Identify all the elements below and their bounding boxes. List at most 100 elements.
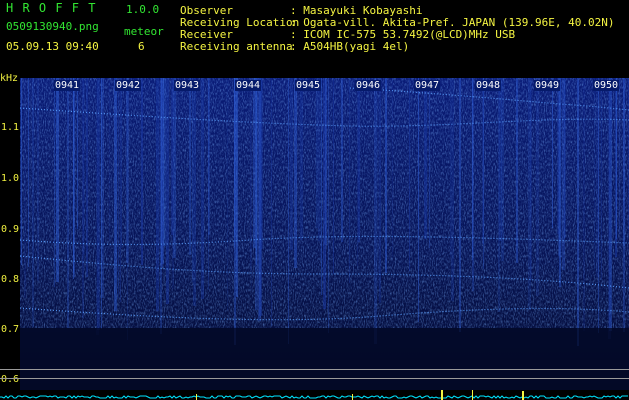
signal-streak bbox=[552, 78, 553, 228]
signal-streak bbox=[379, 78, 381, 303]
signal-streak bbox=[316, 78, 318, 228]
signal-streak bbox=[250, 78, 251, 271]
signal-streak bbox=[328, 78, 329, 333]
signal-streak bbox=[109, 78, 110, 241]
signal-streak bbox=[499, 78, 502, 241]
signal-streak bbox=[70, 78, 71, 250]
reference-line-upper bbox=[0, 369, 629, 370]
signal-streak bbox=[189, 78, 191, 255]
antenna-label: Receiving antenna bbox=[180, 40, 293, 53]
signal-streak bbox=[86, 78, 88, 277]
signal-streak bbox=[560, 78, 562, 257]
meteor-count: 6 bbox=[138, 40, 145, 53]
meteor-label: meteor bbox=[124, 25, 164, 38]
noise-level-trace bbox=[0, 390, 629, 400]
signal-streak bbox=[227, 78, 228, 310]
signal-streak bbox=[300, 78, 303, 240]
signal-streak bbox=[320, 78, 321, 261]
signal-streak bbox=[101, 78, 102, 329]
signal-streak bbox=[483, 78, 484, 269]
signal-streak bbox=[120, 78, 121, 302]
signal-streak bbox=[21, 78, 22, 265]
signal-streak bbox=[201, 78, 204, 299]
signal-streak bbox=[114, 78, 117, 311]
filename-label: 0509130940.png bbox=[6, 20, 99, 33]
time-tick-0947: 0947 bbox=[414, 80, 441, 91]
signal-streak bbox=[271, 78, 272, 326]
app-title: H R O F F T bbox=[6, 1, 97, 15]
signal-streak bbox=[141, 78, 143, 265]
signal-streak bbox=[409, 78, 410, 271]
signal-streak bbox=[260, 78, 263, 249]
signal-streak bbox=[234, 78, 236, 345]
signal-streak bbox=[192, 78, 193, 282]
freq-tick-1-1: 1.1 bbox=[1, 122, 20, 133]
signal-streak bbox=[74, 78, 75, 277]
signal-streak bbox=[374, 78, 377, 344]
signal-streak bbox=[54, 78, 55, 287]
spike-4 bbox=[196, 394, 197, 400]
signal-streak bbox=[156, 78, 159, 311]
signal-streak bbox=[166, 78, 169, 304]
time-tick-0943: 0943 bbox=[174, 80, 201, 91]
signal-streak bbox=[333, 78, 334, 274]
signal-streak bbox=[256, 78, 257, 265]
version-label: 1.0.0 bbox=[126, 3, 160, 16]
time-tick-0945: 0945 bbox=[295, 80, 322, 91]
spike-5 bbox=[352, 394, 353, 400]
signal-streak bbox=[193, 78, 196, 306]
signal-streak bbox=[598, 78, 599, 333]
signal-streak bbox=[37, 78, 39, 281]
signal-streak bbox=[516, 78, 518, 263]
spike-2 bbox=[472, 390, 473, 400]
signal-streak bbox=[121, 78, 122, 248]
signal-streak bbox=[557, 78, 560, 234]
signal-streak bbox=[429, 78, 430, 248]
signal-streak bbox=[67, 78, 69, 328]
signal-streak bbox=[459, 78, 461, 332]
signal-streak bbox=[418, 78, 419, 322]
time-tick-0941: 0941 bbox=[54, 80, 81, 91]
signal-streak bbox=[601, 78, 602, 280]
signal-streak bbox=[562, 78, 565, 270]
signal-streak bbox=[28, 78, 29, 267]
signal-streak bbox=[358, 78, 360, 242]
signal-streak bbox=[451, 78, 454, 301]
signal-streak bbox=[173, 78, 176, 258]
time-tick-0944: 0944 bbox=[235, 80, 262, 91]
antenna-value: : A504HB(yagi 4el) bbox=[290, 40, 410, 53]
reference-line-lower bbox=[0, 378, 629, 379]
signal-streak bbox=[450, 78, 451, 257]
header-panel: H R O F F T 1.0.0 0509130940.png meteor … bbox=[0, 0, 629, 78]
signal-streak bbox=[623, 78, 625, 246]
signal-streak bbox=[288, 78, 289, 344]
freq-tick-0-6: 0.6 bbox=[1, 374, 20, 385]
signal-streak bbox=[318, 78, 320, 241]
signal-streak bbox=[24, 78, 26, 298]
freq-tick-1-0: 1.0 bbox=[1, 173, 20, 184]
signal-streak bbox=[77, 78, 78, 229]
signal-streak bbox=[528, 78, 531, 310]
signal-streak bbox=[472, 78, 474, 291]
time-tick-0950: 0950 bbox=[593, 80, 620, 91]
signal-streak bbox=[341, 78, 343, 242]
signal-streak bbox=[385, 78, 387, 273]
signal-streak bbox=[294, 78, 297, 268]
unit-label: kHz bbox=[0, 73, 19, 84]
signal-streak bbox=[56, 78, 59, 282]
signal-streak bbox=[321, 78, 322, 295]
signal-streak bbox=[253, 78, 256, 248]
signal-streak bbox=[349, 78, 350, 283]
signal-streak bbox=[251, 78, 252, 290]
signal-streak bbox=[577, 78, 579, 346]
time-tick-0946: 0946 bbox=[355, 80, 382, 91]
signal-streak bbox=[357, 78, 358, 266]
signal-streak bbox=[619, 78, 620, 234]
spike-1 bbox=[441, 390, 443, 400]
signal-streak bbox=[616, 78, 617, 239]
signal-streak bbox=[160, 78, 162, 334]
freq-tick-0-9: 0.9 bbox=[1, 224, 20, 235]
time-tick-0942: 0942 bbox=[115, 80, 142, 91]
signal-streak bbox=[392, 78, 393, 258]
datetime-label: 05.09.13 09:40 bbox=[6, 40, 99, 53]
